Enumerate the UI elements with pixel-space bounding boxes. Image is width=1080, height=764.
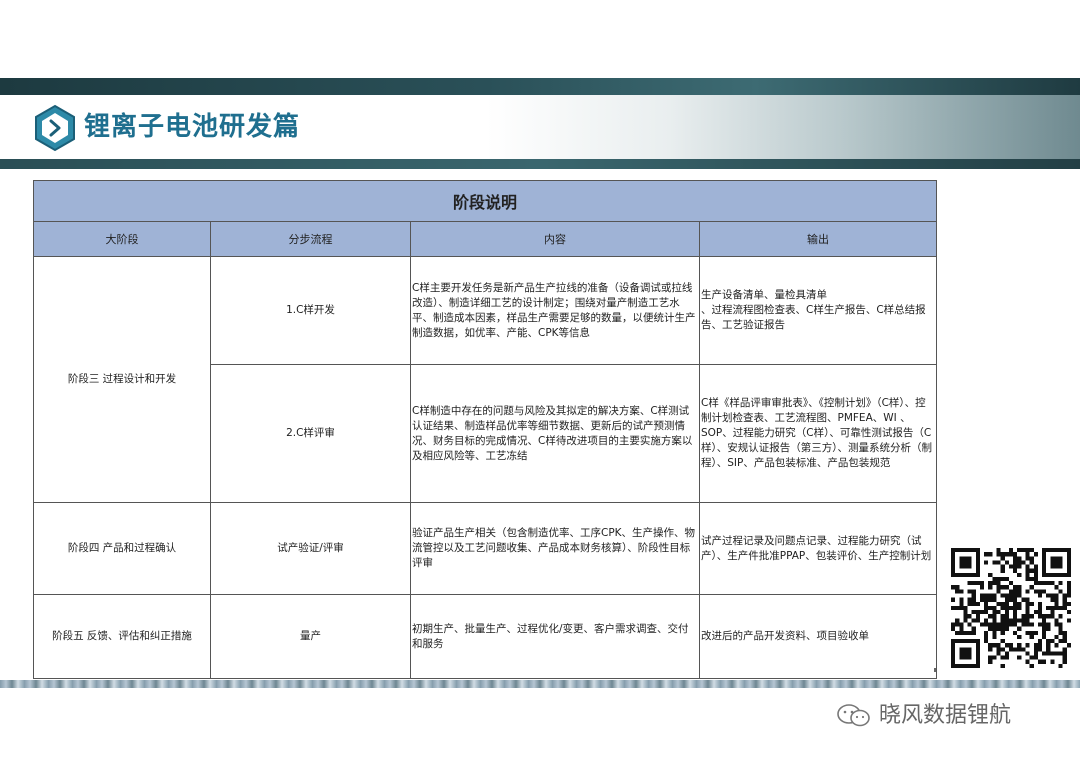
header-top-stripe — [0, 78, 1080, 95]
column-header-step: 分步流程 — [210, 221, 411, 257]
output-cell: 生产设备清单、量检具清单 、过程流程图检查表、C样生产报告、C样总结报告、工艺验… — [698, 256, 938, 365]
content-cell: C样主要开发任务是新产品生产拉线的准备（设备调试或拉线改造）、制造详细工艺的设计… — [410, 256, 700, 365]
table-row: 阶段四 产品和过程确认 试产验证/评审 验证产品生产相关（包含制造优率、工序CP… — [33, 502, 938, 595]
table-corner-mark — [934, 668, 936, 672]
step-cell: 量产 — [210, 594, 411, 679]
content-cell: C样制造中存在的问题与风险及其拟定的解决方案、C样测试认证结果、制造样品优率等细… — [410, 364, 700, 503]
step-cell: 2.C样评审 — [210, 364, 411, 503]
wechat-icon — [837, 704, 870, 727]
stage-table: 阶段说明 大阶段 分步流程 内容 输出 阶段三 过程设计和开发 1.C样开发 C… — [32, 180, 938, 679]
column-header-content: 内容 — [410, 221, 700, 257]
hexagon-chevron-right-icon — [35, 104, 75, 152]
watermark: 晓风数据锂航 — [835, 700, 1011, 732]
table-row: 阶段五 反馈、评估和纠正措施 量产 初期生产、批量生产、过程优化/变更、客户需求… — [33, 594, 938, 679]
qr-code-icon — [950, 548, 1072, 668]
stage-cell: 阶段四 产品和过程确认 — [33, 502, 211, 595]
watermark-text: 晓风数据锂航 — [879, 703, 1012, 728]
stage-table-container: 阶段说明 大阶段 分步流程 内容 输出 阶段三 过程设计和开发 1.C样开发 C… — [32, 180, 938, 679]
column-header-output: 输出 — [698, 221, 938, 257]
table-title: 阶段说明 — [32, 180, 938, 222]
step-cell: 试产验证/评审 — [210, 502, 411, 595]
stage-cell: 阶段五 反馈、评估和纠正措施 — [33, 594, 211, 679]
content-cell: 初期生产、批量生产、过程优化/变更、客户需求调查、交付和服务 — [410, 594, 700, 679]
page-title: 锂离子电池研发篇 — [84, 112, 301, 142]
output-cell: C样《样品评审审批表》、《控制计划》（C样）、控制计划检查表、工艺流程图、PMF… — [698, 364, 938, 503]
content-cell: 验证产品生产相关（包含制造优率、工序CPK、生产操作、物流管控以及工艺问题收集、… — [410, 502, 700, 595]
step-cell: 1.C样开发 — [210, 256, 411, 365]
header-bottom-stripe — [0, 159, 1080, 169]
stage-cell: 阶段三 过程设计和开发 — [33, 256, 211, 503]
table-row: 阶段三 过程设计和开发 1.C样开发 C样主要开发任务是新产品生产拉线的准备（设… — [33, 256, 938, 503]
column-header-stage: 大阶段 — [33, 221, 211, 257]
output-cell: 试产过程记录及问题点记录、过程能力研究（试产）、生产件批准PPAP、包装评价、生… — [698, 502, 938, 595]
decorative-wave-stripe — [0, 680, 1080, 688]
output-cell: 改进后的产品开发资料、项目验收单 — [698, 594, 938, 679]
